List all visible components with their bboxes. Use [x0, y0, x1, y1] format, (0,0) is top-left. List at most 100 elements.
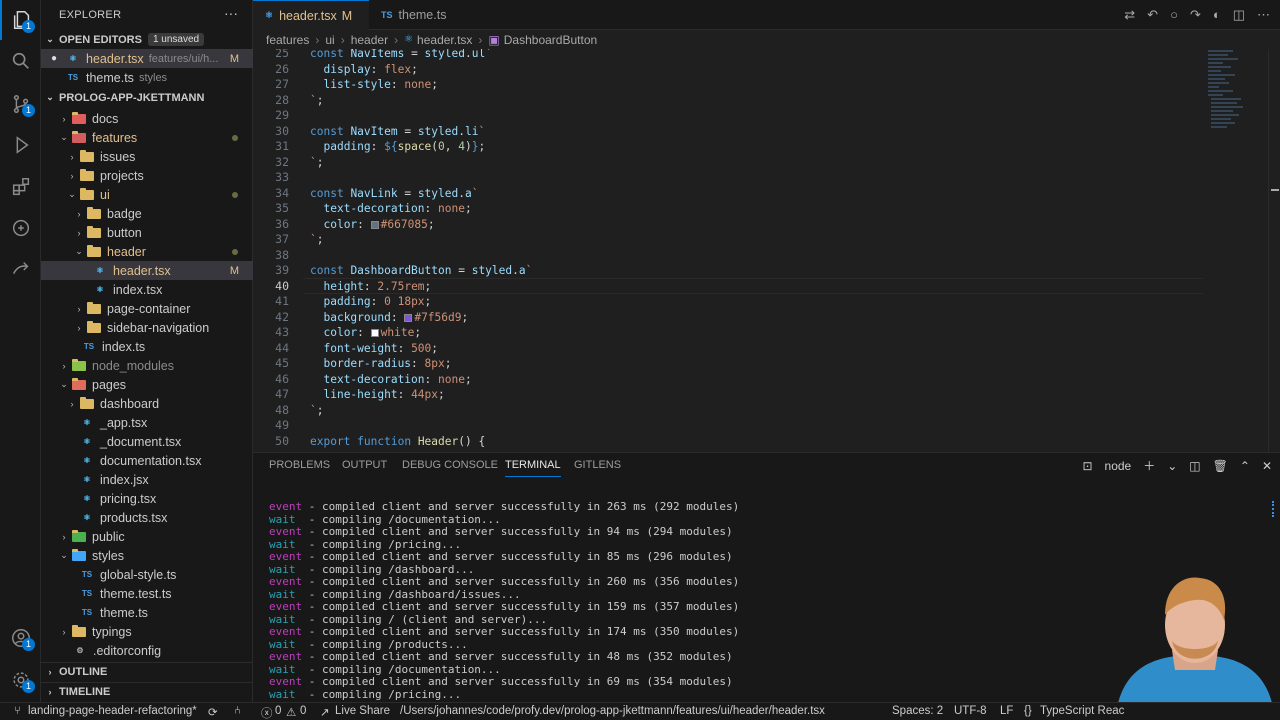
encoding[interactable]: UTF-8: [954, 705, 987, 717]
live-share-icon[interactable]: [0, 250, 41, 290]
more-actions-icon[interactable]: ⋯: [1257, 7, 1270, 23]
tree-file-editorconfig[interactable]: ⚙ .editorconfig: [41, 641, 253, 660]
tree-folder-typings[interactable]: › typings: [41, 622, 253, 641]
maximize-panel-icon[interactable]: ⌃: [1240, 459, 1250, 473]
live-share-icon[interactable]: ↗: [320, 705, 330, 719]
explorer-icon[interactable]: 1: [0, 0, 41, 40]
tree-file-global-style-ts[interactable]: TS global-style.ts: [41, 565, 253, 584]
breadcrumb-item[interactable]: header.tsx: [417, 33, 472, 47]
go-forward-icon[interactable]: ↷: [1190, 7, 1201, 23]
tab-problems[interactable]: PROBLEMS: [269, 453, 330, 477]
tree-file-theme-test-ts[interactable]: TS theme.test.ts: [41, 584, 253, 603]
language-mode[interactable]: TypeScript Reac: [1040, 705, 1124, 717]
extensions-icon[interactable]: [0, 167, 41, 207]
sync-icon[interactable]: ⟳: [208, 705, 218, 719]
tree-folder-badge[interactable]: › badge: [41, 204, 253, 223]
tab-output[interactable]: OUTPUT: [342, 453, 387, 477]
tree-file-document-tsx[interactable]: ⚛ _document.tsx: [41, 432, 253, 451]
branch-icon[interactable]: ⑂: [14, 705, 21, 717]
tree-folder-issues[interactable]: › issues: [41, 147, 253, 166]
tab-header-tsx[interactable]: ⚛ header.tsx M: [253, 0, 369, 30]
tree-folder-header[interactable]: ⌄ header: [41, 242, 253, 261]
tree-label: ui: [100, 187, 110, 202]
tree-file-app-tsx[interactable]: ⚛ _app.tsx: [41, 413, 253, 432]
tree-folder-dashboard[interactable]: › dashboard: [41, 394, 253, 413]
trash-icon[interactable]: 🗑: [1213, 459, 1228, 473]
warning-icon[interactable]: ⚠: [286, 705, 296, 719]
git-graph-icon[interactable]: ⑃: [234, 705, 241, 717]
tree-file-header-tsx[interactable]: ⚛ header.tsx M: [41, 261, 253, 280]
tree-file-index-tsx[interactable]: ⚛ index.tsx: [41, 280, 253, 299]
breadcrumb-item[interactable]: features: [266, 33, 309, 47]
split-editor-icon[interactable]: ◫: [1233, 7, 1245, 23]
minimap[interactable]: [1203, 49, 1263, 149]
tree-folder-docs[interactable]: › docs: [41, 109, 253, 128]
tree-label: badge: [107, 206, 142, 221]
tab-debug-console[interactable]: DEBUG CONSOLE: [402, 453, 498, 477]
error-icon[interactable]: ⓧ: [261, 705, 273, 720]
breadcrumb-item[interactable]: ui: [325, 33, 334, 47]
tree-file-pricing-tsx[interactable]: ⚛ pricing.tsx: [41, 489, 253, 508]
tree-folder-page-container[interactable]: › page-container: [41, 299, 253, 318]
tree-folder-sidebar-navigation[interactable]: › sidebar-navigation: [41, 318, 253, 337]
source-control-icon[interactable]: 1: [0, 84, 41, 124]
tree-file-products-tsx[interactable]: ⚛ products.tsx: [41, 508, 253, 527]
tab-gitlens[interactable]: GITLENS: [574, 453, 621, 477]
tree-label: public: [92, 529, 125, 544]
tree-file-theme-ts[interactable]: TS theme.ts: [41, 603, 253, 622]
branch-name[interactable]: landing-page-header-refactoring*: [28, 705, 197, 717]
outline-section[interactable]: › OUTLINE: [41, 662, 253, 681]
error-count[interactable]: 0: [275, 705, 281, 717]
indentation[interactable]: Spaces: 2: [892, 705, 943, 717]
code-editor[interactable]: 25 26 27 28 29 30 31 32 33 34 35 36 37 38 39 40 41 42 43 44…: [253, 49, 1280, 452]
manage-gear-icon[interactable]: 1: [0, 660, 41, 700]
chevron-down-icon[interactable]: ⌄: [1167, 459, 1177, 473]
close-icon[interactable]: ✕: [1262, 459, 1272, 473]
tree-folder-projects[interactable]: › projects: [41, 166, 253, 185]
accounts-icon[interactable]: 1: [0, 618, 41, 658]
go-back-icon[interactable]: ↶: [1147, 7, 1158, 23]
tree-folder-public[interactable]: › public: [41, 527, 253, 546]
remote-explorer-icon[interactable]: [0, 208, 41, 248]
color-swatch[interactable]: [370, 329, 379, 337]
tab-theme-ts[interactable]: TS theme.ts: [369, 0, 458, 30]
circle-icon[interactable]: ○: [1170, 7, 1178, 23]
scrollbar-thumb[interactable]: [1272, 501, 1278, 517]
live-share-button[interactable]: Live Share: [335, 705, 390, 717]
warning-count[interactable]: 0: [300, 705, 306, 717]
breadcrumb-item[interactable]: header: [351, 33, 388, 47]
tab-terminal[interactable]: TERMINAL: [505, 453, 561, 477]
unsaved-dot-icon[interactable]: ●: [41, 53, 65, 64]
chevron-down-icon: ⌄: [46, 92, 54, 102]
editor-scrollbar[interactable]: [1268, 49, 1280, 452]
tree-folder-pages[interactable]: ⌄ pages: [41, 375, 253, 394]
end-of-line[interactable]: LF: [1000, 705, 1013, 717]
breadcrumb-item[interactable]: DashboardButton: [504, 33, 597, 47]
split-terminal-icon[interactable]: ◫: [1189, 459, 1200, 473]
tree-file-index-ts[interactable]: TS index.ts: [41, 337, 253, 356]
terminal-line-text: - compiling /pricing...: [302, 537, 462, 551]
status-bar: ⑂ landing-page-header-refactoring* ⟳ ⑃ ⓧ…: [0, 702, 1280, 720]
open-editor-item[interactable]: TS theme.ts styles: [41, 68, 253, 87]
more-actions-icon[interactable]: ···: [224, 5, 238, 21]
new-terminal-icon[interactable]: ＋: [1143, 457, 1155, 474]
tree-file-documentation-tsx[interactable]: ⚛ documentation.tsx: [41, 451, 253, 470]
braces-icon[interactable]: {}: [1024, 705, 1032, 717]
tree-folder-styles[interactable]: ⌄ styles: [41, 546, 253, 565]
color-swatch[interactable]: [404, 313, 413, 322]
open-editor-item[interactable]: ● ⚛ header.tsx features/ui/h... M: [41, 49, 253, 68]
tree-folder-ui[interactable]: ⌄ ui: [41, 185, 253, 204]
tree-folder-features[interactable]: ⌄ features: [41, 128, 253, 147]
open-editors-section[interactable]: ⌄ OPEN EDITORS 1 unsaved: [41, 30, 253, 49]
terminal-name[interactable]: node: [1105, 459, 1132, 473]
tree-folder-button[interactable]: › button: [41, 223, 253, 242]
compare-icon[interactable]: ⇄: [1124, 7, 1135, 23]
tree-file-index-jsx[interactable]: ⚛ index.jsx: [41, 470, 253, 489]
tree-folder-node-modules[interactable]: › node_modules: [41, 356, 253, 375]
timeline-icon[interactable]: ◐: [1213, 7, 1221, 23]
color-swatch[interactable]: [370, 220, 379, 229]
run-debug-icon[interactable]: [0, 125, 41, 165]
timeline-section[interactable]: › TIMELINE: [41, 682, 253, 701]
search-icon[interactable]: [0, 41, 41, 81]
project-section[interactable]: ⌄ PROLOG-APP-JKETTMANN: [41, 88, 253, 107]
